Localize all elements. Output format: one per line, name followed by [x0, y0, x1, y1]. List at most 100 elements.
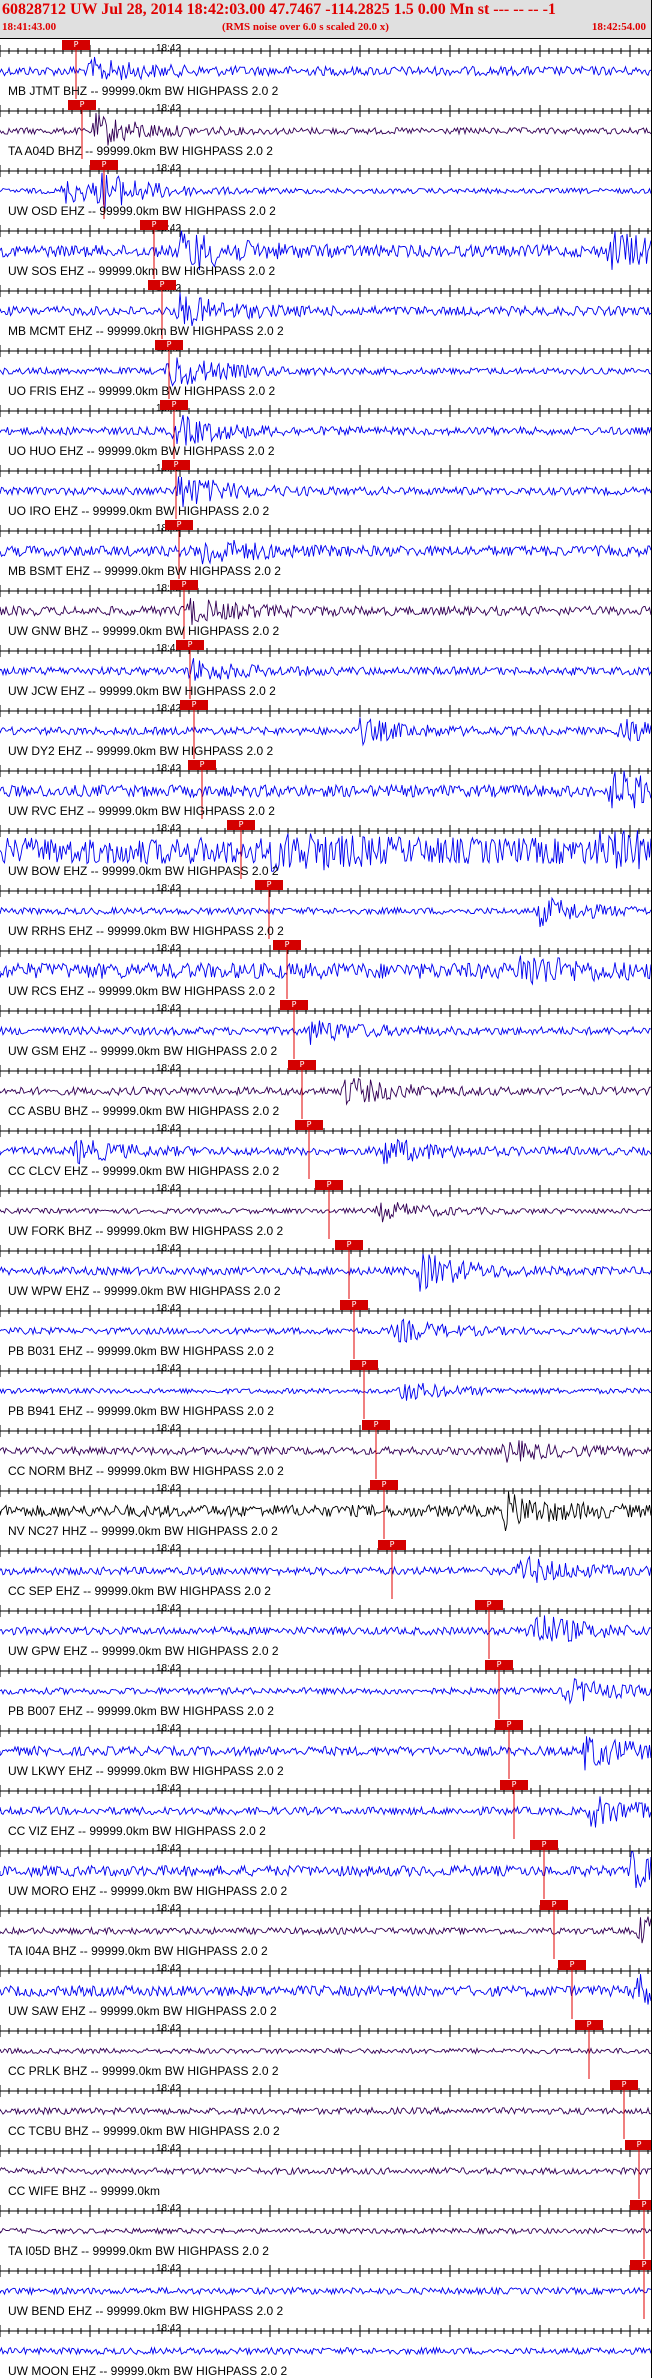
- trace-label: UW MOON EHZ -- 99999.0km BW HIGHPASS 2.0…: [8, 2364, 288, 2378]
- trace-row: 18:42 PB B031 EHZ -- 99999.0km BW HIGHPAS…: [0, 1299, 652, 1359]
- minute-marker: 18:42: [156, 1243, 182, 1254]
- trace-label: UW RRHS EHZ -- 99999.0km BW HIGHPASS 2.0…: [8, 924, 284, 938]
- arrival-pick-marker: P: [495, 1720, 523, 1730]
- minute-marker: 18:42: [156, 883, 182, 894]
- trace-row: 18:42 UW JCW EHZ -- 99999.0km BW HIGHPASS…: [0, 639, 652, 699]
- trace-row: 18:42UO IRO EHZ -- 99999.0km BW HIGHPASS…: [0, 459, 652, 519]
- minute-marker: 18:42: [156, 1723, 182, 1734]
- trace-label: UW RCS EHZ -- 99999.0km BW HIGHPASS 2.0 …: [8, 984, 276, 998]
- trace-label: UW WPW EHZ -- 99999.0km BW HIGHPASS 2.0 …: [8, 1284, 281, 1298]
- arrival-pick-marker: P: [362, 1420, 390, 1430]
- trace-row: 18:42UO HUO EHZ -- 99999.0km BW HIGHPASS…: [0, 399, 652, 459]
- arrival-pick-marker: P: [558, 1960, 586, 1970]
- trace-label: CC VIZ EHZ -- 99999.0km BW HIGHPASS 2.0 …: [8, 1824, 266, 1838]
- waveform: [0, 56, 652, 81]
- trace-row: 18:42 CC NORM BHZ -- 99999.0km BW HIGHPAS…: [0, 1419, 652, 1479]
- arrival-pick-marker: P: [188, 760, 216, 770]
- trace-label: UW SOS EHZ -- 99999.0km BW HIGHPASS 2.0 …: [8, 264, 276, 278]
- minute-marker: 18:42: [156, 763, 182, 774]
- arrival-pick-marker: P: [227, 820, 255, 830]
- minute-marker: 18:42: [156, 1303, 182, 1314]
- waveform: [0, 717, 652, 747]
- trace-row: 18:42 CC CLCV EHZ -- 99999.0km BW HIGHPAS…: [0, 1119, 652, 1179]
- trace-row: 18:42 UW RVC EHZ -- 99999.0km BW HIGHPASS…: [0, 759, 652, 819]
- waveform: [0, 955, 652, 986]
- waveform: [0, 1916, 652, 1944]
- trace-label: UW JCW EHZ -- 99999.0km BW HIGHPASS 2.0 …: [8, 684, 276, 698]
- minute-marker: 18:42: [156, 703, 182, 714]
- minute-marker: 18:42: [156, 1963, 182, 1974]
- minute-marker: 18:42: [156, 1903, 182, 1914]
- waveform: [0, 896, 652, 928]
- event-title: 60828712 UW Jul 28, 2014 18:42:03.00 47.…: [2, 1, 556, 18]
- trace-label: UW DY2 EHZ -- 99999.0km BW HIGHPASS 2.0 …: [8, 744, 274, 758]
- trace-row: 18:42 TA I04A BHZ -- 99999.0km BW HIGHPAS…: [0, 1899, 652, 1959]
- arrival-pick-marker: P: [335, 1240, 363, 1250]
- waveform: [0, 292, 652, 326]
- arrival-pick-marker: P: [170, 580, 198, 590]
- trace-label: UW SAW EHZ -- 99999.0km BW HIGHPASS 2.0 …: [8, 2004, 277, 2018]
- arrival-pick-marker: P: [280, 1000, 308, 1010]
- trace-row: 18:42 UW MORO EHZ -- 99999.0km BW HIGHPAS…: [0, 1839, 652, 1899]
- waveform: [0, 1678, 652, 1705]
- trace-row: 18:42 UW MOON EHZ -- 99999.0km BW HIGHPAS…: [0, 2319, 652, 2379]
- trace-label: UW BOW EHZ -- 99999.0km BW HIGHPASS 2.0 …: [8, 864, 279, 878]
- arrival-pick-marker: P: [288, 1060, 316, 1070]
- trace-label: CC ASBU BHZ -- 99999.0km BW HIGHPASS 2.0…: [8, 1104, 280, 1118]
- arrival-pick-marker: P: [630, 2260, 652, 2270]
- trace-label: PB B007 EHZ -- 99999.0km BW HIGHPASS 2.0…: [8, 1704, 274, 1718]
- trace-row: 18:42 UW RRHS EHZ -- 99999.0km BW HIGHPAS…: [0, 879, 652, 939]
- waveform: [0, 1974, 652, 2005]
- trace-label: TA I05D BHZ -- 99999.0km BW HIGHPASS 2.0…: [8, 2244, 269, 2258]
- arrival-pick-marker: P: [500, 1780, 528, 1790]
- waveform: [0, 2166, 652, 2176]
- arrival-pick-marker: P: [148, 280, 176, 290]
- arrival-pick-marker: P: [255, 880, 283, 890]
- arrival-pick-marker: P: [140, 220, 168, 230]
- minute-marker: 18:42: [156, 1483, 182, 1494]
- waveform: [0, 598, 652, 625]
- arrival-pick-marker: P: [530, 1840, 558, 1850]
- trace-label: CC CLCV EHZ -- 99999.0km BW HIGHPASS 2.0…: [8, 1164, 280, 1178]
- arrival-pick-marker: P: [625, 2140, 652, 2150]
- seismogram-plot: 18:42 MB JTMT BHZ -- 99999.0km BW HIGHPAS…: [0, 39, 652, 2378]
- trace-label: CC WIFE BHZ -- 99999.0km: [8, 2184, 161, 2198]
- waveform: [0, 1020, 652, 1045]
- arrival-pick-marker: P: [165, 520, 193, 530]
- trace-row: 18:42 UW DY2 EHZ -- 99999.0km BW HIGHPASS…: [0, 699, 652, 759]
- waveform: [0, 658, 652, 681]
- arrival-pick-marker: P: [610, 2080, 638, 2090]
- minute-marker: 18:42: [156, 2083, 182, 2094]
- waveform: [0, 1796, 652, 1828]
- trace-row: 18:42 UW BOW EHZ -- 99999.0km BW HIGHPASS…: [0, 819, 652, 879]
- trace-label: UO HUO EHZ -- 99999.0km BW HIGHPASS 2.0 …: [8, 444, 275, 458]
- trace-row: 18:42 CC PRLK BHZ -- 99999.0km BW HIGHPAS…: [0, 2019, 652, 2079]
- minute-marker: 18:42: [156, 1423, 182, 1434]
- minute-marker: 18:42: [156, 823, 182, 834]
- trace-label: TA A04D BHZ -- 99999.0km BW HIGHPASS 2.0…: [8, 144, 273, 158]
- minute-marker: 18:42: [156, 2023, 182, 2034]
- trace-label: CC NORM BHZ -- 99999.0km BW HIGHPASS 2.0…: [8, 1464, 284, 1478]
- trace-row: 18:42 UW LKWY EHZ -- 99999.0km BW HIGHPAS…: [0, 1719, 652, 1779]
- waveform: [0, 1555, 652, 1583]
- waveform: [0, 1440, 652, 1463]
- trace-label: UW GSM EHZ -- 99999.0km BW HIGHPASS 2.0 …: [8, 1044, 278, 1058]
- rms-note: (RMS noise over 6.0 s scaled 20.0 x): [222, 21, 389, 33]
- minute-marker: 18:42: [156, 1363, 182, 1374]
- arrival-pick-marker: P: [295, 1120, 323, 1130]
- arrival-pick-marker: P: [68, 100, 96, 110]
- waveform: [0, 1138, 652, 1165]
- arrival-pick-marker: P: [176, 640, 204, 650]
- minute-marker: 18:42: [156, 1843, 182, 1854]
- minute-marker: 18:42: [156, 1543, 182, 1554]
- minute-marker: 18:42: [156, 2143, 182, 2154]
- trace-row: 18:42 UW GNW BHZ -- 99999.0km BW HIGHPASS…: [0, 579, 652, 639]
- trace-label: UW GPW EHZ -- 99999.0km BW HIGHPASS 2.0 …: [8, 1644, 279, 1658]
- trace-row: 18:42 UW SOS EHZ -- 99999.0km BW HIGHPASS…: [0, 219, 652, 279]
- trace-row: 18:42 UW OSD EHZ -- 99999.0km BW HIGHPASS…: [0, 159, 652, 219]
- waveform: [0, 415, 652, 446]
- arrival-pick-marker: P: [630, 2200, 652, 2210]
- trace-label: UO IRO EHZ -- 99999.0km BW HIGHPASS 2.0 …: [8, 504, 270, 518]
- arrival-pick-marker: P: [350, 1360, 378, 1370]
- trace-row: 18:42 NV NC27 HHZ -- 99999.0km BW HIGHPAS…: [0, 1479, 652, 1539]
